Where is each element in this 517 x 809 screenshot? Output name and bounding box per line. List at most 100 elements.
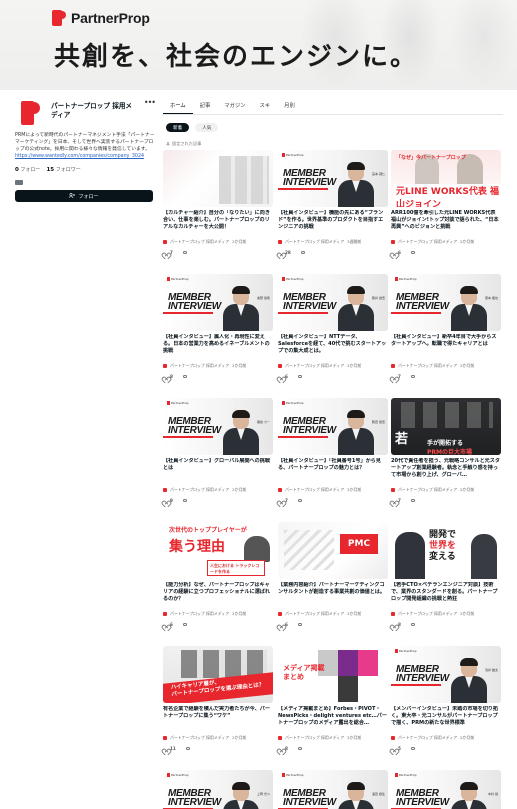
comment-button[interactable] — [410, 498, 416, 503]
article-title[interactable]: 【社員インタビュー】機能の先にある“ブランド”を作る。世界基準のプロダクトを目指… — [278, 210, 388, 239]
article-author[interactable]: パートナープロップ 採用メディア — [285, 363, 344, 369]
article-author[interactable]: パートナープロップ 採用メディア — [170, 611, 229, 617]
article-card[interactable]: PartnerProp MEMBER INTERVIEW 康本 龍也【社員インタビュー… — [391, 274, 501, 379]
avatar[interactable] — [19, 100, 45, 126]
article-thumbnail[interactable] — [163, 150, 273, 207]
comment-button[interactable] — [182, 498, 188, 503]
chip-popular[interactable]: 人気 — [195, 123, 219, 132]
article-card[interactable]: PartnerProp MEMBER INTERVIEW 宮本 飛仁 【社員インタビュー… — [278, 150, 388, 255]
article-card[interactable]: 「なぜ」今パートナープロップ 元LINE WORKS代表 福山ジョイン ARR100… — [391, 150, 501, 255]
article-thumbnail[interactable]: 次世代のトッププレイヤーが 集う理由 人生における トラックレコードを作る — [163, 522, 273, 579]
article-author[interactable]: パートナープロップ 採用メディア — [285, 239, 344, 245]
article-author[interactable]: パートナープロップ 採用メディア — [285, 611, 344, 617]
author-avatar-icon[interactable] — [391, 488, 395, 492]
article-thumbnail[interactable]: メディア掲載 まとめ — [278, 646, 388, 703]
like-button[interactable]: 6 — [391, 250, 401, 255]
article-title[interactable]: 【若手CTO×ベテランエンジニア対談】技術で、業界のスタンダードを創る。パートナ… — [391, 582, 501, 611]
comment-button[interactable] — [185, 746, 191, 751]
like-button[interactable]: 7 — [163, 250, 173, 255]
comment-button[interactable] — [297, 374, 303, 379]
follow-button[interactable]: フォロー — [15, 190, 153, 202]
like-button[interactable]: 8 — [391, 622, 401, 627]
author-avatar-icon[interactable] — [391, 364, 395, 368]
article-author[interactable]: パートナープロップ 採用メディア — [285, 735, 344, 741]
article-title[interactable]: 【メディア掲載まとめ】Forbes・PIVOT・NewsPicks・deligh… — [278, 706, 388, 735]
article-title[interactable]: 20代で責任者を担う、元戦略コンサルと元スタートアップ創業経験者。執念と手触り感… — [391, 458, 501, 487]
article-author[interactable]: パートナープロップ 採用メディア — [170, 239, 229, 245]
article-title[interactable]: 有名企業で経験を積んだ実力者たちが今、パートナープロップに集う“ワケ” — [163, 706, 273, 735]
article-card[interactable]: PartnerProp MEMBER INTERVIEW 黒岩 カー 【社員インタビュー… — [163, 398, 273, 503]
like-button[interactable]: 7 — [391, 374, 401, 379]
article-card[interactable]: 【カルチャー紹介】自分の「なりたい」に向き合い、仕事を楽しむ。パートナープロップ… — [163, 150, 273, 255]
author-avatar-icon[interactable] — [278, 364, 282, 368]
like-button[interactable]: 6 — [278, 374, 288, 379]
article-thumbnail[interactable]: PartnerProp MEMBER INTERVIEW 藤井 健吾 — [278, 274, 388, 331]
author-avatar-icon[interactable] — [278, 736, 282, 740]
article-card[interactable]: PartnerProp MEMBER INTERVIEW 中村 健 — [391, 770, 501, 809]
comment-button[interactable] — [182, 622, 188, 627]
tab-likes[interactable]: スキ — [253, 102, 278, 114]
chip-newest[interactable]: 新着 — [166, 123, 190, 132]
article-thumbnail[interactable]: PartnerProp MEMBER INTERVIEW 奥野 俊則 — [163, 274, 273, 331]
like-button[interactable]: 8 — [163, 374, 173, 379]
comment-button[interactable] — [410, 374, 416, 379]
author-avatar-icon[interactable] — [278, 488, 282, 492]
article-title[interactable]: 【能力分析】なぜ、パートナープロップはキャリアの経験に立つプロフェッショナルに選… — [163, 582, 273, 611]
article-card[interactable]: PartnerProp MEMBER INTERVIEW 上岡 光斗 — [163, 770, 273, 809]
article-title[interactable]: 【カルチャー紹介】自分の「なりたい」に向き合い、仕事を楽しむ。パートナープロップ… — [163, 210, 273, 239]
tab-articles[interactable]: 記事 — [193, 102, 218, 114]
comment-button[interactable] — [410, 746, 416, 751]
followers-count[interactable]: 15 フォロワー — [46, 166, 80, 173]
article-card[interactable]: PartnerProp MEMBER INTERVIEW 鶴田 啓吾 【社員インタビュー… — [278, 398, 388, 503]
author-avatar-icon[interactable] — [163, 240, 167, 244]
article-card[interactable]: 開発で 世界を 変える【若手CTO×ベテランエンジニア対談】技術で、業界のスタンダー… — [391, 522, 501, 627]
article-thumbnail[interactable]: PartnerProp MEMBER INTERVIEW 上岡 光斗 — [163, 770, 273, 809]
comment-button[interactable] — [410, 622, 416, 627]
author-avatar-icon[interactable] — [278, 612, 282, 616]
like-button[interactable]: 6 — [163, 622, 173, 627]
author-avatar-icon[interactable] — [391, 240, 395, 244]
like-button[interactable]: 5 — [391, 746, 401, 751]
article-thumbnail[interactable]: PartnerProp MEMBER INTERVIEW 鶴田 啓吾 — [278, 398, 388, 455]
article-card[interactable]: PMC 【業務内容紹介】パートナーマーケティングコンサルタントが創造する事業共創の… — [278, 522, 388, 627]
article-author[interactable]: パートナープロップ 採用メディア — [398, 487, 457, 493]
tab-monthly[interactable]: 月別 — [277, 102, 302, 114]
article-card[interactable]: ハイキャリア層が、 パートナープロップを選ぶ理由とは？ 有名企業で経験を積んだ実力者… — [163, 646, 273, 751]
author-avatar-icon[interactable] — [163, 364, 167, 368]
comment-button[interactable] — [300, 250, 306, 255]
article-card[interactable]: メディア掲載 まとめ【メディア掲載まとめ】Forbes・PIVOT・NewsPic… — [278, 646, 388, 751]
comment-button[interactable] — [182, 250, 188, 255]
author-avatar-icon[interactable] — [278, 240, 282, 244]
like-button[interactable]: 6 — [278, 622, 288, 627]
like-button[interactable]: 11 — [163, 746, 176, 751]
article-thumbnail[interactable]: PartnerProp MEMBER INTERVIEW 康本 龍也 — [391, 274, 501, 331]
comment-button[interactable] — [297, 498, 303, 503]
more-options-icon[interactable]: ••• — [144, 98, 156, 107]
article-author[interactable]: パートナープロップ 採用メディア — [285, 487, 344, 493]
like-button[interactable]: 7 — [391, 498, 401, 503]
like-button[interactable]: 8 — [278, 746, 288, 751]
article-thumbnail[interactable]: PartnerProp MEMBER INTERVIEW 黒岩 カー — [163, 398, 273, 455]
comment-button[interactable] — [297, 622, 303, 627]
article-author[interactable]: パートナープロップ 採用メディア — [398, 363, 457, 369]
article-card[interactable]: 次世代のトッププレイヤーが 集う理由 人生における トラックレコードを作る【能力分析… — [163, 522, 273, 627]
tab-magazines[interactable]: マガジン — [217, 102, 252, 114]
following-count[interactable]: 0 フォロー — [15, 166, 40, 173]
like-button[interactable]: 9 — [163, 498, 173, 503]
article-card[interactable]: PartnerProp MEMBER INTERVIEW 澤田 樹生 — [278, 770, 388, 809]
article-thumbnail[interactable]: PartnerProp MEMBER INTERVIEW 澤田 樹生 — [278, 770, 388, 809]
author-avatar-icon[interactable] — [163, 488, 167, 492]
author-avatar-icon[interactable] — [391, 612, 395, 616]
membership-icon[interactable] — [15, 180, 23, 185]
tab-home[interactable]: ホーム — [163, 102, 193, 114]
author-avatar-icon[interactable] — [163, 612, 167, 616]
comment-button[interactable] — [182, 374, 188, 379]
like-button[interactable]: 7 — [278, 498, 288, 503]
profile-name[interactable]: パートナープロップ 採用メディア — [51, 102, 138, 120]
like-button[interactable]: 28 — [278, 250, 291, 255]
comment-button[interactable] — [410, 250, 416, 255]
article-title[interactable]: 【社員インタビュー】属人化・再現性に変える。日本の営業力を高めるイネーブルメント… — [163, 334, 273, 363]
article-thumbnail[interactable]: 開発で 世界を 変える — [391, 522, 501, 579]
article-author[interactable]: パートナープロップ 採用メディア — [170, 487, 229, 493]
article-title[interactable]: 【社員インタビュー】新卒4年目で大手からスタートアップへ。転職で得たキャリアとは — [391, 334, 501, 363]
